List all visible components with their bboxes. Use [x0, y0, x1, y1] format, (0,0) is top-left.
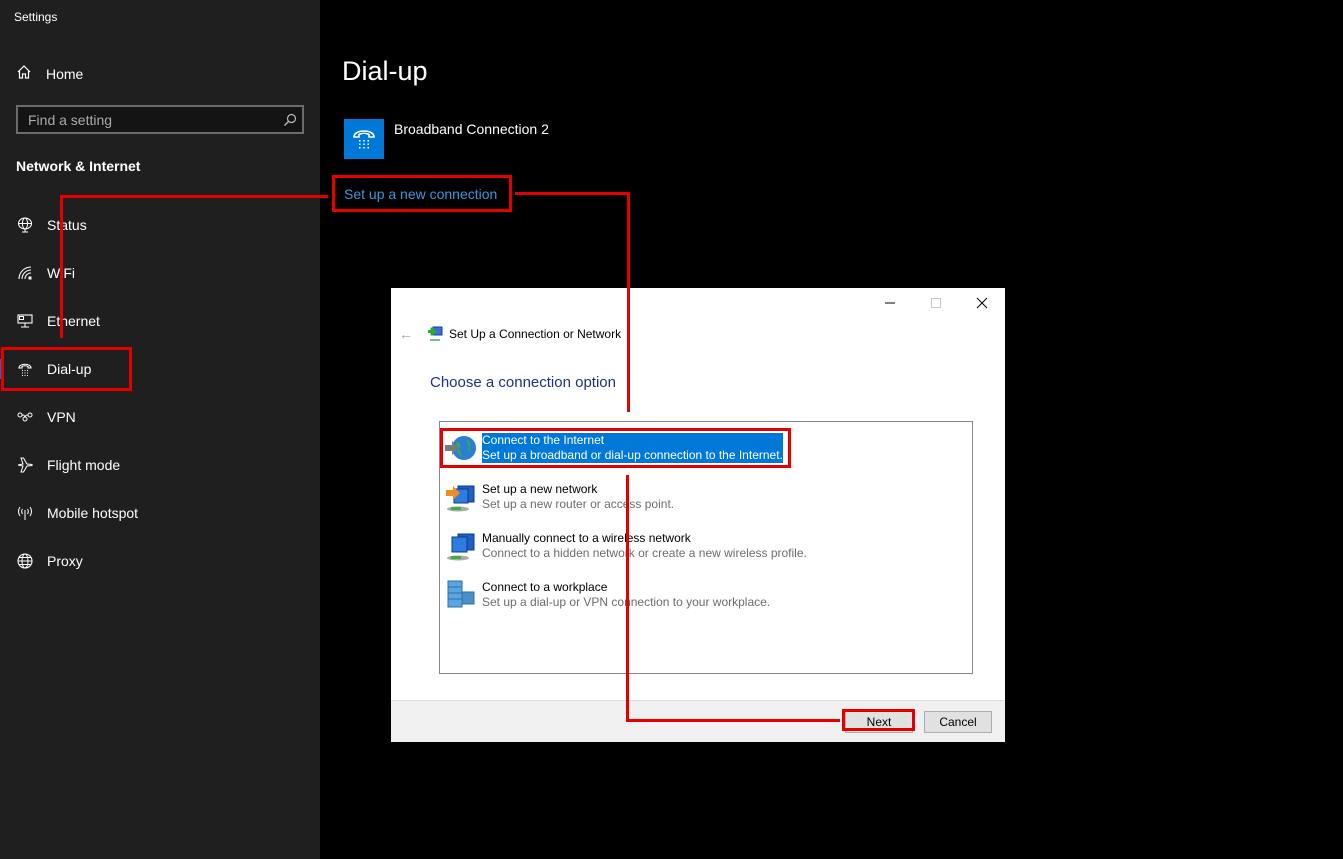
- connection-options-list[interactable]: Connect to the Internet Set up a broadba…: [439, 421, 973, 674]
- wifi-icon: [16, 264, 34, 282]
- page-title: Dial-up: [342, 56, 428, 86]
- search-input[interactable]: [18, 111, 278, 128]
- minimize-button[interactable]: [867, 288, 913, 318]
- dial-up-phone-icon: [344, 119, 384, 159]
- maximize-button[interactable]: [913, 288, 959, 318]
- option-description: Set up a new router or access point.: [482, 497, 675, 511]
- cancel-button[interactable]: Cancel: [924, 711, 992, 733]
- settings-sidebar: Settings Home Network & Internet Status …: [0, 0, 320, 859]
- option-text: Set up a new network Set up a new router…: [482, 482, 674, 512]
- dial-up-connection-item[interactable]: Broadband Connection 2: [344, 119, 549, 159]
- dial-up-phone-icon: [16, 360, 34, 378]
- close-button[interactable]: [959, 288, 1005, 318]
- option-manual-wireless[interactable]: Manually connect to a wireless network C…: [444, 526, 807, 566]
- maximize-icon: [931, 298, 941, 308]
- annotation-connector: [515, 192, 630, 195]
- find-setting-search[interactable]: [16, 105, 304, 134]
- option-text: Connect to the Internet Set up a broadba…: [482, 433, 783, 463]
- sidebar-item-status[interactable]: Status: [0, 201, 320, 249]
- status-globe-icon: [16, 216, 34, 234]
- option-description: Connect to a hidden network or create a …: [482, 546, 807, 560]
- option-title: Connect to a workplace: [482, 580, 608, 594]
- setup-connection-dialog: ← Set Up a Connection or Network Choose …: [391, 288, 1005, 742]
- dialog-header: ← Set Up a Connection or Network: [399, 325, 621, 343]
- option-description: Set up a broadband or dial-up connection…: [482, 448, 783, 462]
- sidebar-item-dial-up[interactable]: Dial-up: [0, 345, 320, 393]
- sidebar-item-flight-mode[interactable]: Flight mode: [0, 441, 320, 489]
- option-text: Connect to a workplace Set up a dial-up …: [482, 580, 770, 610]
- option-text: Manually connect to a wireless network C…: [482, 531, 807, 561]
- connection-name: Broadband Connection 2: [394, 121, 549, 137]
- option-new-network[interactable]: Set up a new network Set up a new router…: [444, 477, 674, 517]
- sidebar-item-mobile-hotspot[interactable]: Mobile hotspot: [0, 489, 320, 537]
- close-icon: [976, 297, 988, 309]
- back-arrow-icon[interactable]: ←: [399, 326, 413, 342]
- sidebar-item-label: Status: [47, 217, 87, 233]
- sidebar-item-wifi[interactable]: WiFi: [0, 249, 320, 297]
- sidebar-item-vpn[interactable]: VPN: [0, 393, 320, 441]
- window-controls: [867, 288, 1005, 318]
- option-description: Set up a dial-up or VPN connection to yo…: [482, 595, 771, 609]
- sidebar-nav: Status WiFi Ethernet Dial-up VPN Flight …: [0, 201, 320, 585]
- workplace-building-icon: [444, 578, 478, 612]
- option-title: Connect to the Internet: [482, 433, 605, 447]
- home-icon: [16, 64, 32, 85]
- next-button[interactable]: Next: [845, 711, 913, 733]
- dialog-title: Set Up a Connection or Network: [449, 327, 622, 341]
- sidebar-item-proxy[interactable]: Proxy: [0, 537, 320, 585]
- vpn-icon: [16, 408, 34, 426]
- search-icon[interactable]: [278, 113, 302, 127]
- option-workplace[interactable]: Connect to a workplace Set up a dial-up …: [444, 575, 770, 615]
- dialog-heading: Choose a connection option: [430, 374, 616, 391]
- app-title: Settings: [14, 10, 58, 24]
- sidebar-item-label: Mobile hotspot: [47, 505, 139, 521]
- sidebar-item-label: WiFi: [47, 265, 75, 281]
- sidebar-item-ethernet[interactable]: Ethernet: [0, 297, 320, 345]
- home-nav-item[interactable]: Home: [16, 63, 83, 85]
- sidebar-item-label: Ethernet: [47, 313, 100, 329]
- ethernet-icon: [16, 312, 34, 330]
- internet-globe-icon: [444, 431, 478, 465]
- hotspot-icon: [16, 504, 34, 522]
- airplane-icon: [16, 456, 34, 474]
- home-label: Home: [46, 66, 84, 82]
- option-connect-internet[interactable]: Connect to the Internet Set up a broadba…: [444, 428, 783, 468]
- network-setup-icon: [427, 326, 443, 342]
- option-title: Set up a new network: [482, 482, 598, 496]
- option-title: Manually connect to a wireless network: [482, 531, 691, 545]
- sidebar-item-label: Flight mode: [47, 457, 121, 473]
- dialog-footer: Next Cancel: [391, 700, 1005, 742]
- sidebar-item-label: Dial-up: [47, 361, 92, 377]
- wireless-network-icon: [444, 529, 478, 563]
- globe-icon: [16, 552, 34, 570]
- sidebar-item-label: VPN: [47, 409, 76, 425]
- sidebar-item-label: Proxy: [47, 553, 83, 569]
- new-network-icon: [444, 480, 478, 514]
- minimize-icon: [885, 302, 895, 304]
- set-up-new-connection-link[interactable]: Set up a new connection: [344, 186, 497, 202]
- section-title: Network & Internet: [16, 158, 141, 174]
